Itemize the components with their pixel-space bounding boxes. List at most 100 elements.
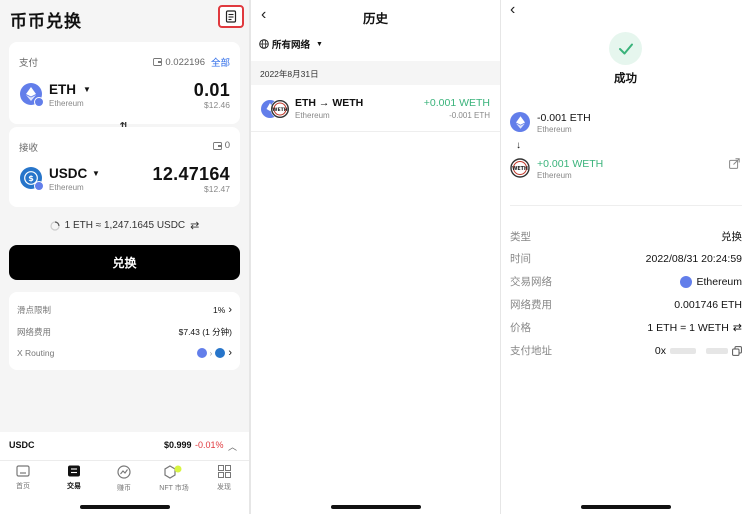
pay-amount-input[interactable]: 0.01: [194, 80, 230, 101]
tab-trade-label: 交易: [67, 483, 81, 490]
tab-home[interactable]: 首页: [3, 465, 43, 491]
weth-token-icon: WETH: [510, 158, 530, 178]
network-filter[interactable]: 所有网络 ▼: [259, 37, 323, 51]
network-fee-label: 网络费用: [17, 327, 52, 337]
receive-token-symbol[interactable]: USDC: [49, 166, 87, 181]
address-label: 支付地址: [510, 345, 552, 357]
tab-discover[interactable]: 发现: [204, 465, 244, 492]
type-value: 兑换: [721, 231, 742, 243]
caret-down-icon[interactable]: ▼: [83, 85, 91, 94]
swap-settings: 滑点限制 1% › 网络费用 $7.43 (1 分钟) X Routing › ›: [9, 292, 240, 370]
tab-discover-label: 发现: [217, 484, 231, 491]
back-icon[interactable]: ‹: [510, 1, 515, 19]
from-amount: -0.001 ETH: [537, 112, 591, 124]
slippage-row[interactable]: 滑点限制 1% ›: [17, 304, 232, 316]
ethereum-network-icon: [34, 97, 44, 107]
success-check-icon: [609, 32, 642, 65]
caret-down-icon[interactable]: ▼: [92, 169, 100, 178]
receive-label: 接收: [19, 143, 39, 154]
history-item[interactable]: WETH ETH → WETH Ethereum +0.001 WETH -0.…: [251, 88, 500, 132]
detail-price-row: 价格 1 ETH = 1 WETH ⇄: [510, 320, 742, 335]
home-indicator: [581, 505, 671, 509]
grid-icon: [217, 465, 231, 478]
arrow-down-icon: ↓: [516, 140, 521, 151]
nft-icon: [164, 465, 182, 479]
slippage-label: 滑点限制: [17, 305, 52, 315]
network-fee-value: $7.43 (1 分钟): [178, 327, 232, 337]
type-label: 类型: [510, 231, 531, 243]
svg-text:WETH: WETH: [272, 107, 287, 113]
to-amount: +0.001 WETH: [537, 158, 604, 170]
arrow-right-icon: ›: [209, 348, 213, 358]
pay-label: 支付: [19, 58, 39, 69]
history-button[interactable]: [218, 5, 244, 28]
earn-icon: [117, 465, 131, 479]
detail-fee-row: 网络费用 0.001746 ETH: [510, 297, 742, 312]
price-value: 1 ETH = 1 WETH: [647, 321, 729, 334]
swap-rate-icon[interactable]: ⇄: [733, 321, 742, 334]
loading-icon: [50, 220, 60, 231]
svg-text:WETH: WETH: [512, 166, 528, 172]
history-item-network: Ethereum: [295, 111, 330, 120]
eth-route-icon: [196, 348, 207, 358]
price-label: 价格: [510, 322, 531, 334]
slippage-value: 1%: [213, 305, 226, 315]
history-item-title: ETH → WETH: [295, 97, 364, 109]
detail-type-row: 类型 兑换: [510, 229, 742, 244]
page-title: 历史: [362, 12, 388, 26]
eth-token-icon: [510, 112, 530, 132]
detail-time-row: 时间 2022/08/31 20:24:59: [510, 251, 742, 266]
ticker-strip[interactable]: USDC $0.999 -0.01% ︿: [0, 432, 249, 460]
copy-icon[interactable]: [732, 345, 742, 356]
caret-down-icon: ▼: [316, 40, 323, 48]
pay-card: 支付 0.022196 全部 ETH ▼ Ethereum 0.01 $12.4…: [9, 42, 240, 124]
ticker-change: -0.01%: [195, 440, 224, 450]
fee-value: 0.001746 ETH: [674, 298, 742, 311]
pay-token-network: Ethereum: [49, 99, 84, 108]
wallet-icon: [153, 58, 163, 66]
wallet-icon: [212, 141, 222, 150]
eth-weth-pair-icon: WETH: [261, 99, 290, 119]
receive-amount-usd: $12.47: [204, 184, 230, 194]
home-icon: [16, 465, 30, 477]
receive-card: 接收 0 $ USDC ▼ Ethereum 12.47164 $12.47: [9, 127, 240, 207]
tab-nft[interactable]: NFT 市场: [154, 465, 194, 493]
routing-row[interactable]: X Routing › ›: [17, 347, 232, 359]
swap-screen: 币币兑换 支付 0.022196 全部 ETH ▼ Ethereum 0.01 …: [0, 0, 249, 514]
time-label: 时间: [510, 253, 531, 265]
tab-nft-label: NFT 市场: [159, 485, 189, 492]
ticker-symbol: USDC: [9, 440, 35, 450]
status-text: 成功: [614, 73, 637, 85]
max-button[interactable]: 全部: [211, 55, 230, 69]
detail-network-row: 交易网络 Ethereum: [510, 274, 742, 289]
address-redacted: [706, 347, 728, 354]
usdc-route-icon: [215, 348, 226, 358]
chevron-right-icon: ›: [228, 304, 232, 316]
receive-amount: 12.47164: [152, 164, 230, 184]
tab-trade[interactable]: 交易: [54, 465, 94, 491]
history-item-amount-in: +0.001 WETH: [423, 97, 490, 109]
chevron-up-icon[interactable]: ︿: [228, 440, 237, 453]
swap-button[interactable]: 兑换: [9, 245, 240, 280]
network-label: 交易网络: [510, 276, 552, 288]
svg-text:$: $: [28, 174, 34, 183]
external-link-icon[interactable]: [729, 158, 740, 169]
detail-address-row: 支付地址 0x: [510, 343, 742, 358]
pay-amount-usd: $12.46: [204, 100, 230, 110]
ethereum-network-icon: [680, 275, 693, 288]
date-header: 2022年8月31日: [251, 61, 500, 85]
divider: [510, 205, 742, 206]
exchange-rate-text: 1 ETH ≈ 1,247.1645 USDC: [64, 220, 186, 231]
address-redacted: [670, 347, 696, 354]
tab-earn[interactable]: 赚币: [104, 465, 144, 493]
receive-balance-value: 0: [224, 140, 230, 151]
history-screen: ‹ 历史 所有网络 ▼ 2022年8月31日 WETH ETH → WETH E…: [251, 0, 500, 514]
transaction-detail-screen: ‹ 成功 -0.001 ETH Ethereum ↓ WETH +0.001 W…: [501, 0, 750, 514]
fee-label: 网络费用: [510, 299, 552, 311]
ticker-price: $0.999: [164, 440, 192, 450]
network-fee-row: 网络费用 $7.43 (1 分钟): [17, 326, 232, 338]
refresh-icon[interactable]: ⇄: [190, 219, 199, 232]
routing-label: X Routing: [17, 348, 55, 358]
document-icon: [225, 10, 237, 23]
pay-token-symbol[interactable]: ETH: [49, 82, 76, 97]
